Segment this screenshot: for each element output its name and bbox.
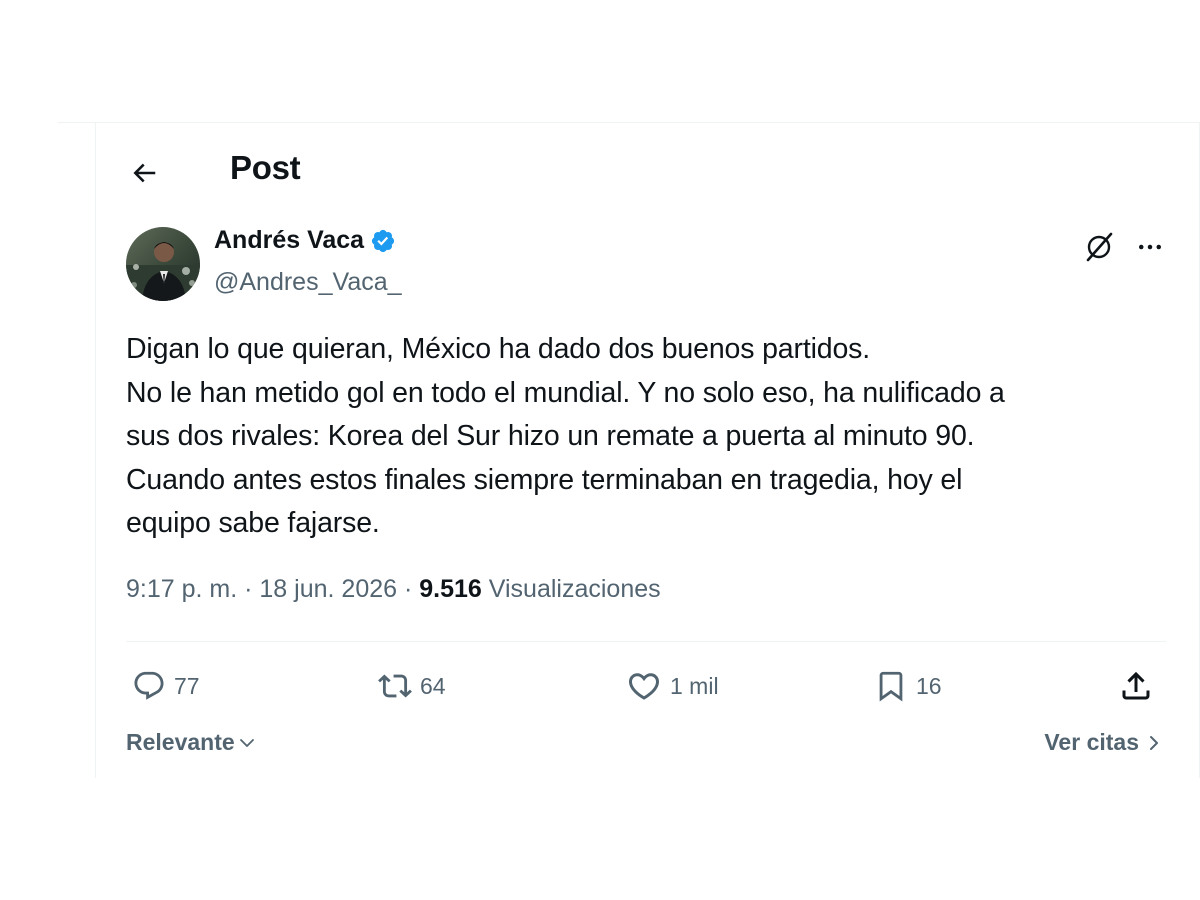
post-text-line: No le han metido gol en todo el mundial.… — [126, 376, 1005, 409]
post-text-line: Digan lo que quieran, México ha dado dos… — [126, 333, 871, 365]
post-text-line: equipo sabe fajarse. — [126, 507, 380, 539]
verified-badge-icon — [371, 229, 395, 252]
like-count: 1 mil — [670, 672, 719, 699]
heart-icon — [628, 673, 660, 700]
repost-icon — [378, 674, 412, 698]
back-button[interactable] — [126, 155, 162, 191]
views-label: Visualizaciones — [488, 575, 661, 603]
like-button[interactable]: 1 mil — [626, 668, 719, 704]
author-handle[interactable]: @Andres_Vaca_ — [214, 268, 402, 297]
quotes-label: Ver citas — [1044, 729, 1139, 755]
repost-count: 64 — [420, 672, 446, 699]
views-count: 9.516 — [419, 575, 482, 603]
post-time[interactable]: 9:17 p. m. — [126, 575, 237, 603]
chevron-down-icon — [239, 738, 254, 747]
meta-separator: · — [403, 575, 413, 603]
grok-button[interactable] — [1081, 229, 1117, 265]
post-text-line: Cuando antes estos finales siempre termi… — [126, 463, 963, 496]
meta-divider — [126, 641, 1166, 642]
view-quotes-link[interactable]: Ver citas — [1044, 729, 1163, 756]
reply-button[interactable]: 77 — [132, 668, 200, 704]
author-name[interactable]: Andrés Vaca — [214, 226, 396, 255]
arrow-left-icon — [133, 163, 156, 183]
post-text-line: sus dos rivales: Korea del Sur hizo un r… — [126, 420, 975, 452]
author-name-text: Andrés Vaca — [214, 226, 365, 254]
post-text: Digan lo que quieran, México ha dado dos… — [126, 328, 1166, 546]
sort-relevant-dropdown[interactable]: Relevante — [126, 729, 257, 756]
post-date[interactable]: 18 jun. 2026 — [259, 575, 397, 603]
post-detail-column: Post Andrés Vaca @Andres_Vaca_ Digan lo … — [95, 123, 1200, 778]
sort-label: Relevante — [126, 729, 235, 755]
bookmark-count: 16 — [916, 672, 942, 699]
meta-separator: · — [244, 575, 253, 603]
chevron-right-icon — [1150, 735, 1158, 750]
share-icon — [1122, 671, 1150, 700]
more-options-button[interactable] — [1132, 229, 1168, 265]
share-button[interactable] — [1118, 668, 1154, 704]
post-meta: 9:17 p. m. · 18 jun. 2026 · 9.516 Visual… — [126, 575, 661, 604]
bookmark-icon — [879, 671, 903, 702]
more-dots-icon — [1139, 244, 1161, 250]
reply-icon — [134, 671, 164, 700]
grok-icon — [1086, 232, 1113, 262]
repost-button[interactable]: 64 — [378, 668, 446, 704]
page-title: Post — [230, 149, 301, 186]
reply-count: 77 — [174, 672, 200, 699]
bookmark-button[interactable]: 16 — [874, 668, 942, 704]
avatar-image — [126, 227, 200, 301]
avatar[interactable] — [126, 227, 200, 301]
